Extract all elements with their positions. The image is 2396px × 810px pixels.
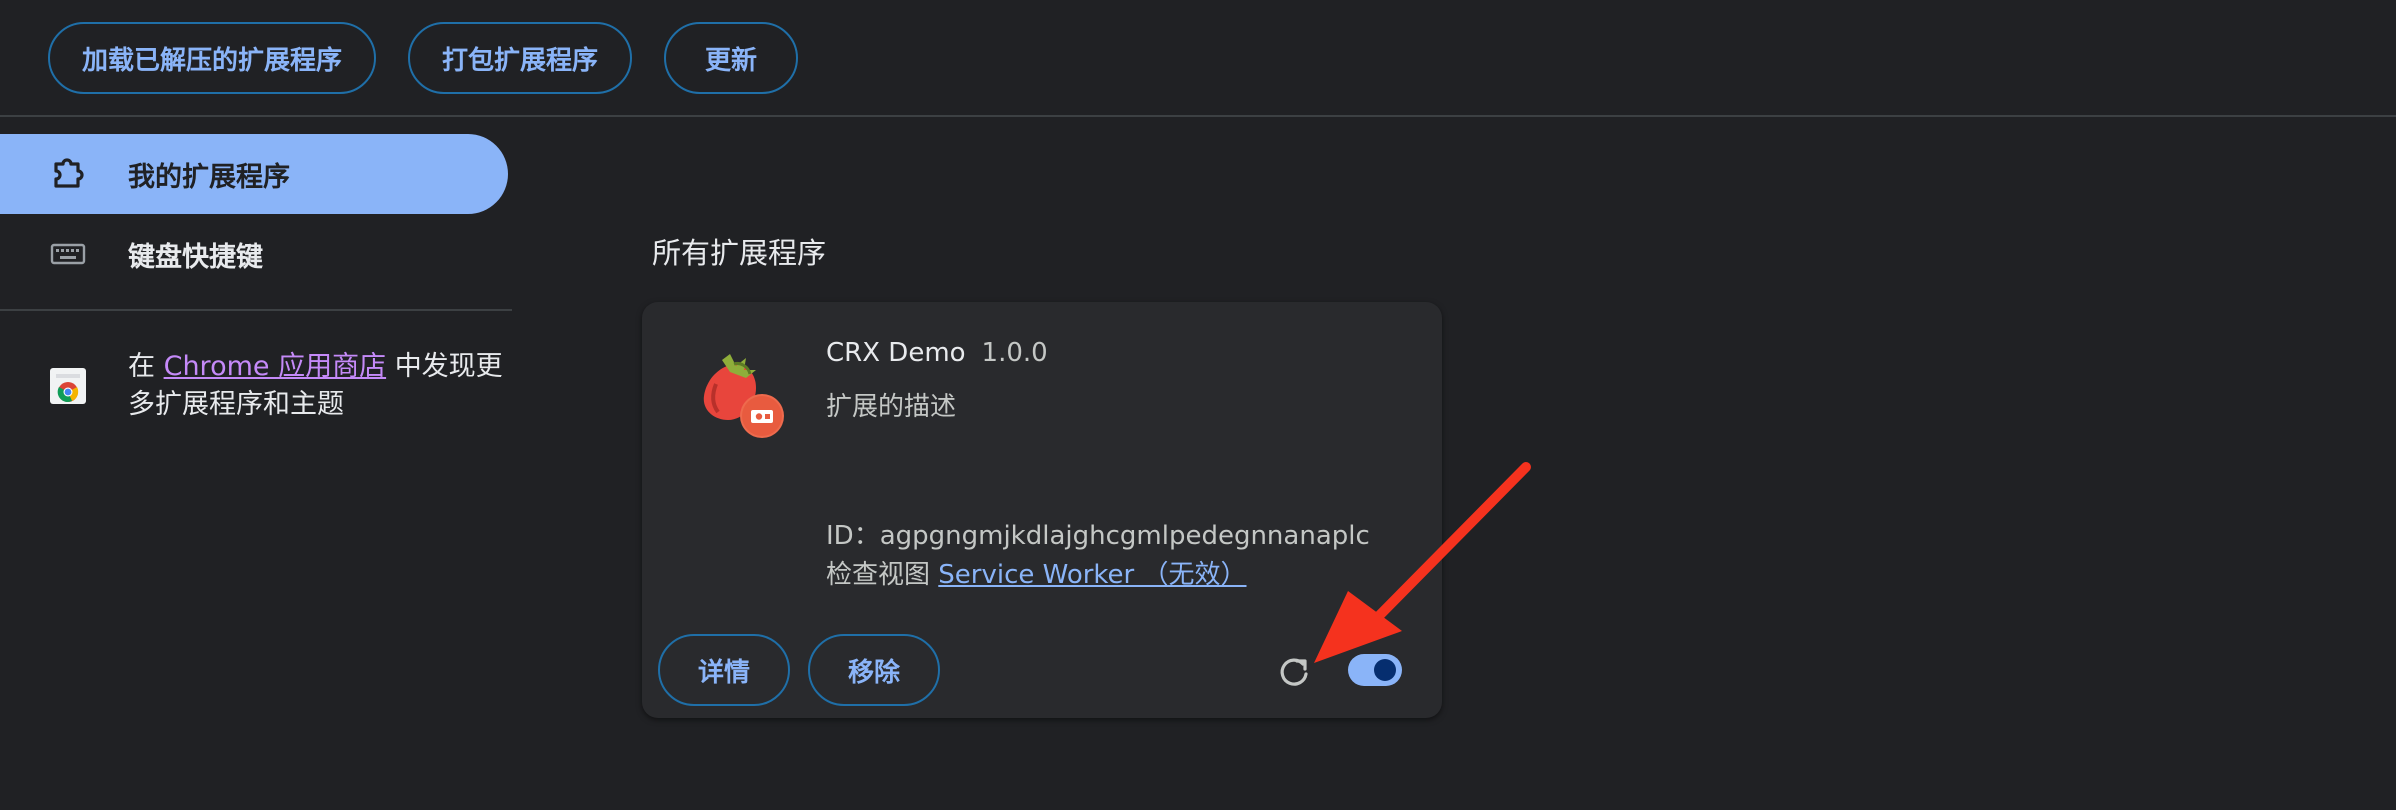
load-unpacked-button[interactable]: 加载已解压的扩展程序 — [48, 22, 376, 94]
chrome-web-store-link[interactable]: Chrome 应用商店 — [164, 351, 387, 382]
sidebar-divider — [0, 309, 512, 311]
extensions-page: 加载已解压的扩展程序 打包扩展程序 更新 我的扩展程序 键盘快捷键 在 Chro… — [0, 0, 2396, 810]
inspect-views: 检查视图 Service Worker （无效） — [826, 554, 1247, 591]
extension-icon — [690, 344, 786, 440]
annotation-arrow — [1300, 455, 1540, 675]
extension-id-value: agpgngmjkdlajghcgmlpedegnnanaplc — [879, 521, 1370, 551]
extension-name-text: CRX Demo — [826, 338, 966, 368]
extension-id: ID：agpgngmjkdlajghcgmlpedegnnanaplc — [826, 515, 1370, 552]
extension-version: 1.0.0 — [981, 338, 1048, 368]
toolbar: 加载已解压的扩展程序 打包扩展程序 更新 — [0, 0, 2396, 117]
sidebar-item-my-extensions[interactable]: 我的扩展程序 — [0, 134, 508, 214]
remove-button[interactable]: 移除 — [808, 634, 940, 706]
service-worker-link[interactable]: Service Worker （无效） — [938, 560, 1246, 590]
sidebar-item-label: 键盘快捷键 — [128, 241, 263, 273]
web-store-prefix: 在 — [128, 351, 155, 382]
pack-extension-button[interactable]: 打包扩展程序 — [408, 22, 632, 94]
web-store-promo: 在 Chrome 应用商店 中发现更多扩展程序和主题 — [128, 348, 508, 424]
sidebar-item-keyboard-shortcuts[interactable]: 键盘快捷键 — [0, 214, 508, 294]
extension-description: 扩展的描述 — [826, 392, 957, 422]
puzzle-icon — [48, 154, 88, 194]
inspect-views-label: 检查视图 — [826, 560, 931, 590]
details-button[interactable]: 详情 — [658, 634, 790, 706]
update-button[interactable]: 更新 — [664, 22, 798, 94]
keyboard-icon — [48, 234, 88, 274]
chrome-web-store-icon — [48, 366, 88, 406]
sidebar-item-label: 我的扩展程序 — [128, 161, 290, 193]
extension-id-label: ID： — [826, 521, 880, 551]
extension-name: CRX Demo 1.0.0 — [826, 338, 1048, 368]
section-title: 所有扩展程序 — [652, 236, 827, 270]
